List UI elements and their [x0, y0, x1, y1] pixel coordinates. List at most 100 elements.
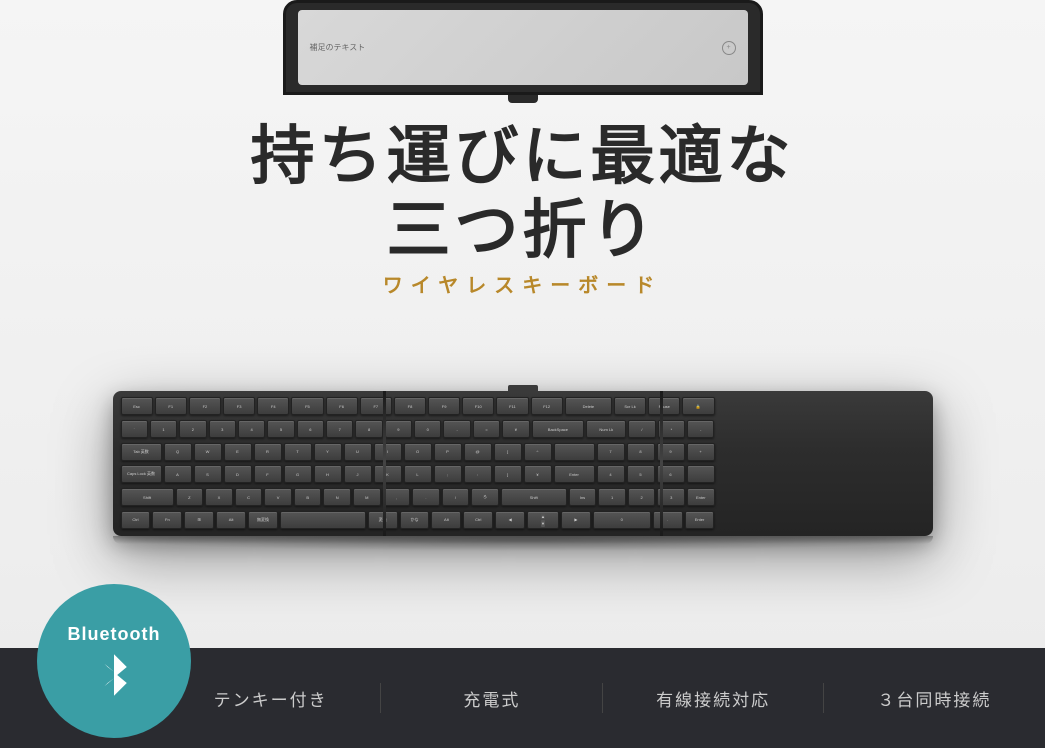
key-t: T	[284, 443, 312, 461]
key-backspace: BackSpace	[532, 420, 585, 438]
key-alt-left: Alt	[216, 511, 246, 529]
key-3: 3	[209, 420, 236, 438]
key-u: U	[344, 443, 372, 461]
key-9: 9	[385, 420, 412, 438]
key-slash: /	[442, 488, 470, 506]
key-h: H	[314, 465, 342, 483]
key-v: V	[264, 488, 292, 506]
key-f4: F4	[257, 397, 289, 415]
key-colon: :	[464, 465, 492, 483]
feature-charging-text: 充電式	[463, 686, 520, 711]
key-win: ⊞	[184, 511, 214, 529]
key-at: @	[464, 443, 492, 461]
key-tab: Tab 英数	[121, 443, 162, 461]
key-fn: Fn	[152, 511, 182, 529]
key-num-dot: .	[653, 511, 683, 529]
key-8: 8	[355, 420, 382, 438]
key-shift-right: Shift	[501, 488, 567, 506]
tablet-body: 補足のテキスト +	[283, 0, 763, 95]
key-bracket-close: ]	[494, 465, 522, 483]
key-comma: ,	[383, 488, 411, 506]
key-num-plus: +	[687, 443, 715, 461]
feature-wired-text: 有線接続対応	[656, 686, 770, 711]
key-left: ◀	[495, 511, 525, 529]
key-f9: F9	[428, 397, 460, 415]
feature-wired: 有線接続対応	[603, 686, 824, 711]
bottom-bar: Bluetooth テンキー付き 充電式 有線接続対応 ３台同時接続	[0, 648, 1045, 748]
bluetooth-icon	[94, 651, 134, 699]
key-e: E	[224, 443, 252, 461]
key-2: 2	[179, 420, 206, 438]
key-right: ▶	[561, 511, 591, 529]
hero-text-section: 持ち運びに最適な 三つ折り ワイヤレスキーボード	[0, 110, 1045, 303]
key-numlock: Num Lk	[586, 420, 626, 438]
key-f2: F2	[189, 397, 221, 415]
tablet-screen: 補足のテキスト +	[298, 10, 748, 85]
key-i: I	[374, 443, 402, 461]
key-f5: F5	[291, 397, 323, 415]
feature-charging: 充電式	[381, 686, 602, 711]
key-f3: F3	[223, 397, 255, 415]
key-j: J	[344, 465, 372, 483]
key-row-zxcv: Shift Z X C V B N M , . / ろ Shift Ins 1 …	[121, 487, 715, 507]
key-y: Y	[314, 443, 342, 461]
key-backslash: ¥	[524, 465, 552, 483]
key-w: W	[194, 443, 222, 461]
key-m: M	[353, 488, 381, 506]
tablet-section: 補足のテキスト +	[0, 0, 1045, 110]
key-r: R	[254, 443, 282, 461]
key-4: 4	[238, 420, 265, 438]
key-caret: ^	[524, 443, 552, 461]
key-yen: ¥	[502, 420, 529, 438]
key-a: A	[164, 465, 192, 483]
key-period: .	[412, 488, 440, 506]
key-row-bottom: Ctrl Fn ⊞ Alt 無変換 変換 かな Alt Ctrl ◀ ▲ ▼ ▶	[121, 510, 715, 530]
key-equals: =	[473, 420, 500, 438]
key-0: 0	[414, 420, 441, 438]
key-row-qwerty: Tab 英数 Q W E R T Y U I O P @ [ ^ 7 8	[121, 442, 715, 462]
key-ctrl-right: Ctrl	[463, 511, 493, 529]
key-pause: Pause	[648, 397, 680, 415]
keyboard-section: Esc F1 F2 F3 F4 F5 F6 F7 F8 F9 F10 F11 F…	[0, 293, 1045, 648]
key-f: F	[254, 465, 282, 483]
key-l: L	[404, 465, 432, 483]
keyboard-visual: Esc F1 F2 F3 F4 F5 F6 F7 F8 F9 F10 F11 F…	[113, 391, 933, 536]
key-o: O	[404, 443, 432, 461]
key-num8: 8	[627, 443, 655, 461]
key-p: P	[434, 443, 462, 461]
key-delete: Delete	[565, 397, 612, 415]
key-z: Z	[176, 488, 204, 506]
key-num-slash: /	[628, 420, 655, 438]
key-f12: F12	[531, 397, 563, 415]
key-7: 7	[326, 420, 353, 438]
key-num4: 4	[597, 465, 625, 483]
key-b: B	[294, 488, 322, 506]
feature-tenkey: テンキー付き	[160, 686, 381, 711]
key-num2: 2	[628, 488, 656, 506]
tablet-wrapper: 補足のテキスト +	[283, 0, 763, 103]
key-num-plus2	[687, 465, 715, 483]
key-f8: F8	[394, 397, 426, 415]
key-row-fn: Esc F1 F2 F3 F4 F5 F6 F7 F8 F9 F10 F11 F…	[121, 397, 715, 417]
key-shift-left: Shift	[121, 488, 174, 506]
key-num1: 1	[598, 488, 626, 506]
key-up-down: ▲ ▼	[527, 511, 559, 529]
key-k: K	[374, 465, 402, 483]
main-title: 持ち運びに最適な	[251, 120, 795, 194]
key-muhenkan: 無変換	[248, 511, 278, 529]
feature-multidevice: ３台同時接続	[824, 686, 1045, 711]
key-f7: F7	[360, 397, 392, 415]
main-title-line2: 三つ折り	[387, 194, 659, 268]
key-backtick: `	[121, 420, 148, 438]
key-f10: F10	[462, 397, 494, 415]
key-minus: -	[443, 420, 470, 438]
tablet-screen-text: 補足のテキスト	[310, 42, 366, 53]
fold-line-left	[383, 391, 386, 536]
key-ro: ろ	[471, 488, 499, 506]
key-row-asdf: Caps Lock 英数 A S D F G H J K L ; : ] ¥ E…	[121, 465, 715, 485]
tablet-screen-icon: +	[722, 41, 736, 55]
key-f1: F1	[155, 397, 187, 415]
key-ins: Ins	[569, 488, 597, 506]
key-scrlock: Scr Lk	[614, 397, 646, 415]
key-c: C	[235, 488, 263, 506]
